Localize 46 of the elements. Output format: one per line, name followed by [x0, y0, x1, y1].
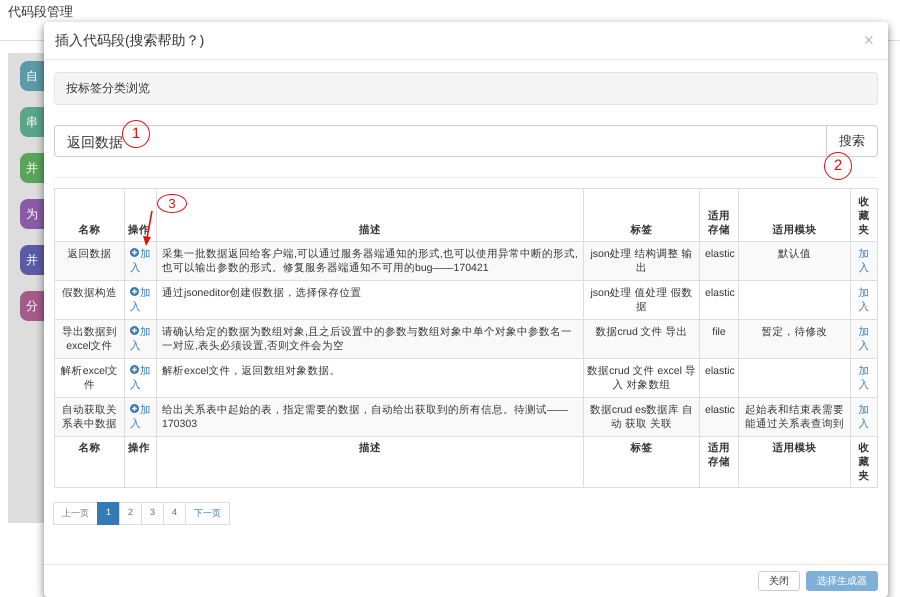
next-page-link[interactable]: 下一页: [185, 502, 230, 525]
page-link[interactable]: 3: [141, 502, 164, 525]
plus-circle-icon: [130, 404, 139, 413]
table-cell: json处理 结构调整 输出: [584, 242, 700, 280]
table-cell: file: [700, 320, 738, 358]
browse-by-tag-panel[interactable]: 按标签分类浏览: [54, 72, 878, 105]
page-link[interactable]: 4: [163, 502, 186, 525]
annotation-circle: 1: [122, 120, 150, 148]
table-cell: 返回数据: [54, 242, 124, 280]
plus-circle-icon: [130, 287, 139, 296]
code-block[interactable]: 并: [20, 245, 44, 275]
search-button[interactable]: 搜索: [827, 125, 878, 157]
generate-button[interactable]: 选择生成器: [806, 571, 878, 591]
table-cell: 数据crud es数据库 自动 获取 关联: [584, 398, 700, 436]
page-link[interactable]: 1: [97, 502, 120, 525]
code-block[interactable]: 分: [20, 291, 44, 321]
annotation-circle: 3: [157, 194, 187, 213]
plus-circle-icon: [130, 365, 139, 374]
table-cell: 导出数据到excel文件: [54, 320, 124, 358]
table-cell: elastic: [700, 398, 738, 436]
column-header: 收藏夹: [850, 436, 878, 488]
code-block[interactable]: 为: [20, 199, 44, 229]
column-header: 操作: [124, 436, 156, 488]
code-block[interactable]: 串: [20, 107, 44, 137]
column-header: 名称: [54, 436, 124, 488]
annotation-circle: 2: [824, 152, 852, 180]
table-cell: 数据crud 文件 导出: [584, 320, 700, 358]
table-cell: elastic: [700, 242, 738, 280]
page-link[interactable]: 2: [119, 502, 142, 525]
code-block[interactable]: 自: [20, 61, 44, 91]
code-block[interactable]: 并: [20, 153, 44, 183]
table-cell: 起始表和结束表需要能通过关系表查询到: [745, 404, 844, 430]
table-cell: 给出关系表中起始的表，指定需要的数据，自动给出获取到的所有信息。待测试——170303: [156, 398, 584, 436]
column-header: 适用模块: [738, 436, 850, 488]
table-cell: 自动获取关系表中数据: [54, 398, 124, 436]
close-button[interactable]: 关闭: [758, 571, 800, 591]
table-cell: 默认值: [778, 248, 811, 260]
table-cell: 请确认给定的数据为数组对象,且之后设置中的参数与数组对象中单个对象中参数名一一对应,表头必须设置,否则文件会为空: [156, 320, 584, 358]
column-header: 描述: [156, 436, 584, 488]
plus-circle-icon: [130, 326, 139, 335]
column-header: 名称: [54, 188, 124, 242]
column-header: 适用存储: [700, 436, 738, 488]
column-header: 标签: [584, 436, 700, 488]
table-cell: 暂定，待修改: [762, 326, 828, 338]
table-cell: 采集一批数据返回给客户端,可以通过服务器端通知的形式,也可以使用异常中断的形式,也可以输出参数的形式。修复服务器端通知不可用的bug——170421: [156, 242, 584, 280]
plus-circle-icon: [130, 248, 139, 257]
